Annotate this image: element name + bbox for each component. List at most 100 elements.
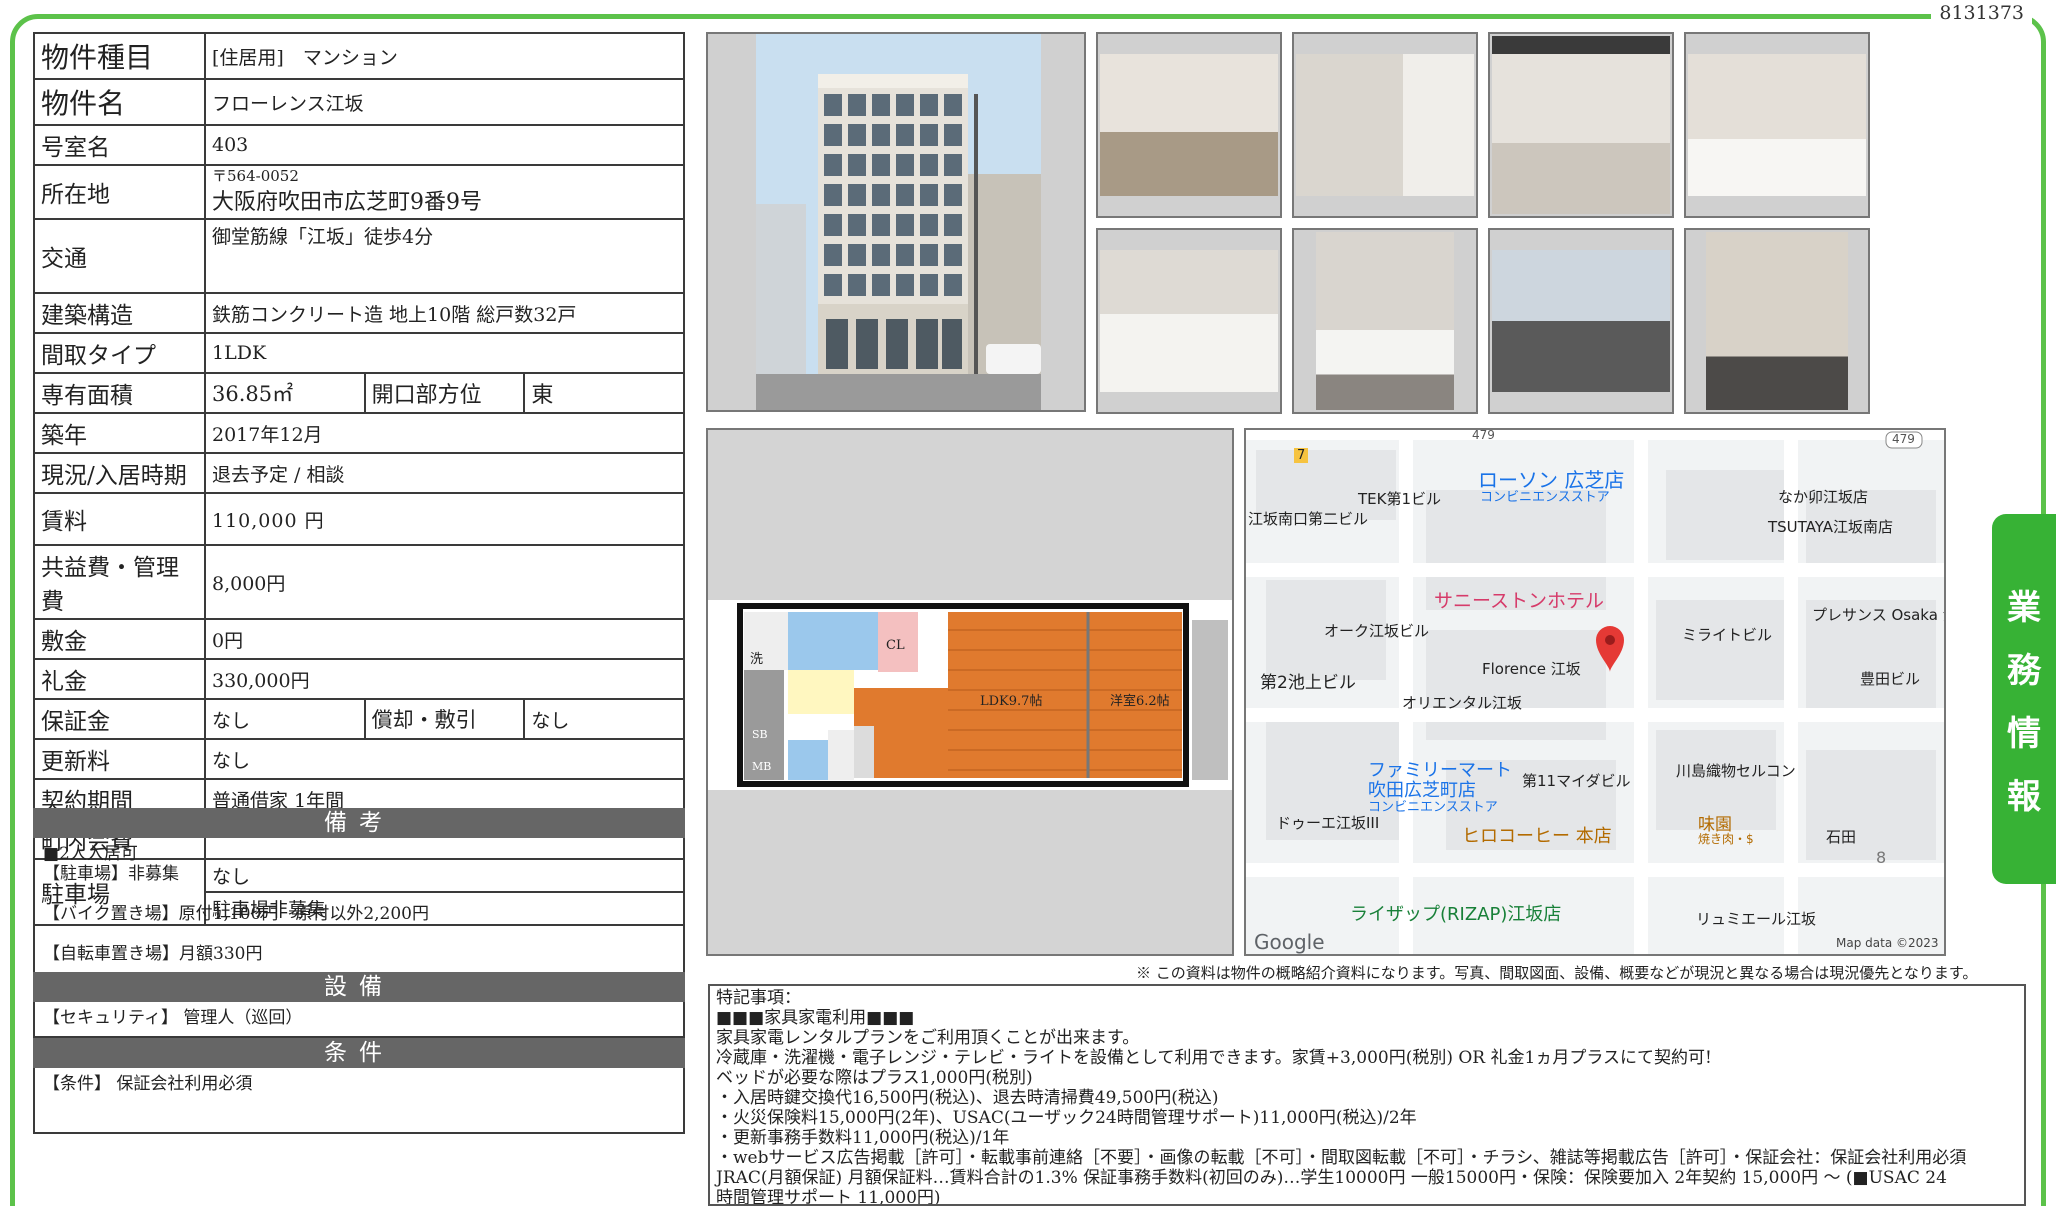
remarks-line: [43, 884, 675, 904]
map-label: オリエンタル江坂: [1402, 694, 1523, 712]
room-label: 洋室6.2帖: [1110, 694, 1170, 709]
row-renewal: 更新料 なし: [33, 738, 685, 780]
conditions-title: 条件: [33, 1038, 685, 1068]
value: 東: [523, 372, 685, 414]
remarks-line: 【駐車場】非募集: [43, 864, 179, 884]
conditions-section: 条件 【条件】 保証会社利用必須: [33, 1038, 685, 1134]
value: なし: [204, 698, 366, 740]
remarks-body: ■2人入居可 【駐車場】非募集 【バイク置き場】原付1,100円 原付以外2,2…: [33, 838, 685, 974]
row-structure: 建築構造 鉄筋コンクリート造 地上10階 総戸数32戸: [33, 292, 685, 334]
row-layout: 間取タイプ 1LDK: [33, 332, 685, 374]
interior-photo-room: [1292, 32, 1478, 218]
tab-char: 報: [2007, 777, 2041, 817]
building-image: [756, 34, 1041, 410]
special-note-line: ・火災保険料15,000円(2年)、USAC(ユーザック24時間管理サポート)1…: [716, 1108, 1417, 1128]
interior-photo-washroom: [1096, 228, 1282, 414]
row-deposit: 敷金 0円: [33, 618, 685, 660]
label: 建築構造: [33, 292, 206, 334]
map-label: TEK第1ビル: [1358, 490, 1442, 508]
label: 更新料: [33, 738, 206, 780]
label: 賃料: [33, 492, 206, 546]
special-note-line: 冷蔵庫・洗濯機・電子レンジ・テレビ・ライトを設備として利用できます。家賃+3,0…: [716, 1048, 1712, 1068]
map-label: コンビニエンスストア: [1480, 490, 1610, 505]
special-note-line: 時間管理サポート 11,000円): [716, 1188, 941, 1206]
label: 築年: [33, 412, 206, 454]
map-label: 江坂南口第二ビル: [1248, 510, 1369, 528]
rent-value: 110,000 円: [204, 492, 685, 546]
washroom-label: 洗: [750, 652, 764, 667]
row-key-money: 礼金 330,000円: [33, 658, 685, 700]
property-info-table: 物件種目 [住居用] マンション 物件名 フローレンス江坂 号室名 403 所在地 〒…: [33, 32, 685, 926]
value: 0円: [204, 618, 685, 660]
google-logo: Google: [1254, 930, 1325, 954]
map-label: プレサンス Osaka 江: [1812, 606, 1946, 624]
route-7-badge: 7: [1294, 448, 1309, 463]
map-label: オーク江坂ビル: [1324, 622, 1430, 640]
map-label: なか卯江坂店: [1778, 488, 1869, 506]
special-note-line: ・更新事務手数料11,000円(税込)/1年: [716, 1128, 1010, 1148]
label: 号室名: [33, 124, 206, 166]
special-note-line: JRAC(月額保証) 月額保証料…賃料合計の1.3% 保証事務手数料(初回のみ)…: [716, 1168, 1947, 1188]
row-name: 物件名 フローレンス江坂: [33, 78, 685, 126]
row-room: 号室名 403: [33, 124, 685, 166]
map-label: コンビニエンスストア: [1368, 800, 1498, 815]
value: 330,000円: [204, 658, 685, 700]
map-label: ヒロコーヒー 本店: [1462, 826, 1612, 847]
map-label: 第2池上ビル: [1260, 673, 1356, 693]
interior-photo-entrance: [1684, 228, 1870, 414]
value: 1LDK: [204, 332, 685, 374]
value: 36.85㎡: [204, 372, 366, 414]
interior-photo-balcony: [1488, 228, 1674, 414]
remarks-line: 【自転車置き場】月額330円: [43, 944, 263, 964]
map-label: TSUTAYA江坂南店: [1768, 518, 1894, 536]
location-map[interactable]: 7 479 479 TEK第1ビル 江坂南口第二ビル ローソン 広芝店 コンビニ…: [1244, 428, 1946, 956]
address: 大阪府吹田市広芝町9番9号: [212, 190, 482, 215]
row-fee: 共益費・管理費 8,000円: [33, 544, 685, 620]
map-label: 第11マイダビル: [1522, 772, 1631, 790]
special-note-line: ・webサービス広告掲載［許可］・転載事前連絡［不要］・画像の転載［不可］・間取…: [716, 1148, 1967, 1168]
disclaimer: ※ この資料は物件の概略紹介資料になります。写真、間取図面、設備、概要などが現況…: [1136, 964, 1978, 982]
conditions-body: 【条件】 保証会社利用必須: [33, 1068, 685, 1134]
tab-char: 情: [2007, 714, 2041, 754]
map-label: 川島織物セルコン: [1676, 762, 1796, 780]
special-note-line: ベッドが必要な際はプラス1,000円(税別): [716, 1068, 1033, 1088]
interior-photo-toilet: [1292, 228, 1478, 414]
row-rent: 賃料 110,000 円: [33, 492, 685, 546]
equipment-title: 設備: [33, 972, 685, 1002]
business-info-tab[interactable]: 業 務 情 報: [1992, 514, 2056, 884]
value: 2017年12月: [204, 412, 685, 454]
special-note-line: ・入居時鍵交換代16,500円(税込)、退去時清掃費49,500円(税込): [716, 1088, 1219, 1108]
row-status: 現況/入居時期 退去予定 / 相談: [33, 452, 685, 494]
remarks-line: 【バイク置き場】原付1,100円 原付以外2,200円: [43, 904, 429, 924]
label: 礼金: [33, 658, 206, 700]
remarks-section: 備考 ■2人入居可 【駐車場】非募集 【バイク置き場】原付1,100円 原付以外…: [33, 808, 685, 974]
row-area: 専有面積 36.85㎡ 開口部方位東: [33, 372, 685, 414]
value: なし: [523, 698, 685, 740]
label: 間取タイプ: [33, 332, 206, 374]
map-label: 石田: [1826, 828, 1857, 846]
interior-photo-bath: [1684, 32, 1870, 218]
value: 鉄筋コンクリート造 地上10階 総戸数32戸: [204, 292, 685, 334]
interior-photo-kitchen: [1488, 32, 1674, 218]
map-label: Florence 江坂: [1482, 660, 1581, 678]
shoebox-label: SB: [752, 728, 768, 741]
tab-char: 業: [2007, 588, 2041, 628]
row-built: 築年 2017年12月: [33, 412, 685, 454]
map-label: 焼き肉・$: [1698, 832, 1754, 846]
value: フローレンス江坂: [204, 78, 685, 126]
special-notes: 特記事項： ■■■家具家電利用■■■ 家具家電レンタルプランをご利用頂くことが出…: [708, 984, 2026, 1206]
route-479-badge: 479: [1472, 428, 1495, 442]
label: 物件名: [33, 78, 206, 126]
map-label: ミライトビル: [1682, 626, 1773, 644]
block-number: 8: [1876, 848, 1887, 867]
label: 共益費・管理費: [33, 544, 206, 620]
label: 償却・敷引: [363, 698, 526, 740]
map-label: 豊田ビル: [1860, 670, 1921, 688]
floor-plan: LDK9.7帖 洋室6.2帖 CL 洗 SB MB: [706, 428, 1234, 956]
value: [住居用] マンション: [204, 32, 685, 80]
postal-code: 〒564-0052: [212, 167, 299, 185]
map-label: ライザップ(RIZAP)江坂店: [1350, 904, 1562, 925]
label: 敷金: [33, 618, 206, 660]
value: 8,000円: [204, 544, 685, 620]
closet-label: CL: [886, 638, 905, 653]
